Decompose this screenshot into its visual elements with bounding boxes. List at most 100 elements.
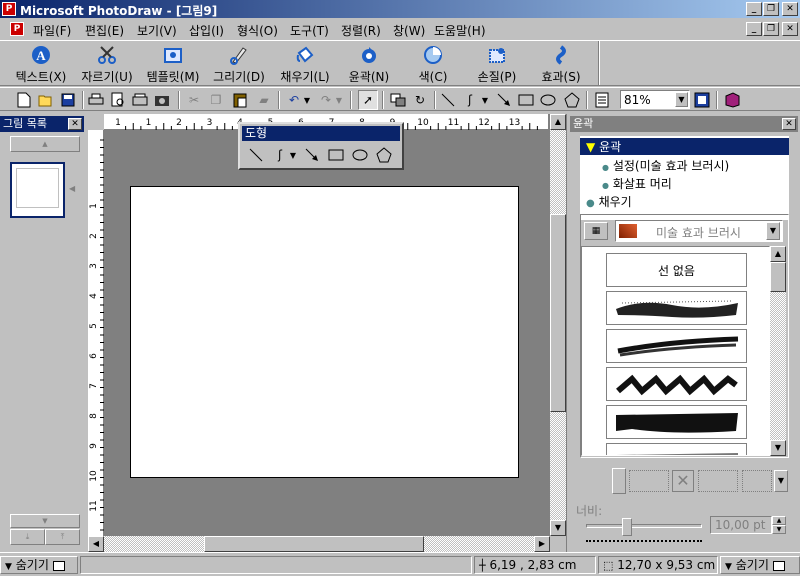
vertical-scrollbar[interactable]: ▲ ▼ [550,114,566,536]
arrow-style-button[interactable] [742,470,772,492]
brush-item[interactable] [606,367,747,401]
arrow-tool-icon[interactable] [494,90,514,110]
brush-scroll-up-icon[interactable]: ▲ [770,246,786,262]
undo-dropdown-icon[interactable]: ▼ [302,90,312,110]
menu-help[interactable]: 도움말(H) [434,22,486,39]
scroll-right-arrow-icon[interactable]: ▶ [534,536,550,552]
zoom-select[interactable]: 81% ▼ [620,90,690,109]
effects-button[interactable]: 효과(S) [526,43,596,85]
hide-workpane-button[interactable]: ▼ 숨기기 [720,556,800,574]
drawing-page[interactable] [130,186,519,478]
undo-icon[interactable]: ↶ [284,90,304,110]
brush-item[interactable] [606,443,747,455]
shapes-toolbar-window[interactable]: 도형 ʃ ▼ [238,122,404,170]
line-style-dropdown-icon[interactable]: ▼ [774,470,788,492]
tree-item-settings[interactable]: ● 설정(미술 효과 브러시) [602,157,729,174]
brush-item[interactable] [606,291,747,325]
horizontal-scrollbar[interactable]: ◀ ▶ [88,536,550,552]
scroll-left-arrow-icon[interactable]: ◀ [88,536,104,552]
line-tool-icon[interactable] [438,90,458,110]
dash-style-button[interactable] [698,470,738,492]
doc-minimize-button[interactable]: _ [746,22,762,36]
line-join-button[interactable] [629,470,669,492]
menu-view[interactable]: 보기(V) [137,22,177,39]
close-workpane-icon[interactable]: ✕ [782,118,796,130]
shape-line-icon[interactable] [246,145,266,165]
brush-scroll-thumb[interactable] [770,262,786,292]
ellipse-tool-icon[interactable] [538,90,558,110]
menu-tools[interactable]: 도구(T) [290,22,329,39]
vertical-scroll-thumb[interactable] [550,214,566,412]
shape-autoshape-icon[interactable] [374,145,394,165]
scroll-up-arrow-icon[interactable]: ▲ [550,114,566,130]
new-file-icon[interactable] [14,90,34,110]
width-input[interactable]: 10,00 pt [710,516,772,534]
no-line-button[interactable]: ✕ [672,470,694,492]
brush-category-select[interactable]: 미술 효과 브러시 ▼ [615,220,783,242]
scroll-down-button[interactable]: ▼ [10,514,80,528]
open-folder-icon[interactable] [36,90,56,110]
shape-ellipse-icon[interactable] [350,145,370,165]
copy-icon[interactable]: ❐ [206,90,226,110]
menu-window[interactable]: 창(W) [393,22,425,39]
shape-curve-icon[interactable]: ʃ [270,145,290,165]
brush-item[interactable] [606,405,747,439]
redo-icon[interactable]: ↷ [316,90,336,110]
arrange-icon[interactable] [388,90,408,110]
menu-format[interactable]: 형식(O) [237,22,278,39]
brush-scroll-down-icon[interactable]: ▼ [770,440,786,456]
text-tool-icon[interactable] [592,90,612,110]
curve-tool-icon[interactable]: ʃ [460,90,480,110]
close-picture-list-icon[interactable]: ✕ [68,118,82,130]
width-up-icon[interactable]: ▲ [772,516,786,525]
line-cap-button[interactable] [612,468,626,494]
cut-icon[interactable]: ✂ [184,90,204,110]
curve-dropdown-icon[interactable]: ▼ [480,90,490,110]
scan-icon[interactable] [130,90,150,110]
rotate-icon[interactable]: ↻ [410,90,430,110]
fill-button[interactable]: 채우기(L) [270,43,340,85]
rectangle-tool-icon[interactable] [516,90,536,110]
menu-insert[interactable]: 삽입(I) [189,22,224,39]
tree-item-outline[interactable]: ▼ 윤곽 [580,138,789,155]
menu-arrange[interactable]: 정렬(R) [341,22,381,39]
print-icon[interactable] [86,90,106,110]
brush-none[interactable]: 선 없음 [606,253,747,287]
templates-button[interactable]: 템플릿(M) [138,43,208,85]
save-icon[interactable] [58,90,78,110]
scroll-top-button[interactable]: ⤒ [45,529,80,545]
hide-picture-list-button[interactable]: ▼ 숨기기 [0,556,78,574]
picture-thumbnail[interactable] [10,162,65,218]
camera-icon[interactable] [152,90,172,110]
width-down-icon[interactable]: ▼ [772,525,786,534]
horizontal-scroll-thumb[interactable] [204,536,424,552]
app-icon[interactable]: P [2,2,16,16]
paste-icon[interactable] [230,90,250,110]
help-book-icon[interactable] [722,90,742,110]
dropdown-arrow-icon[interactable]: ▼ [766,222,780,240]
outline-button[interactable]: 윤곽(N) [334,43,404,85]
doc-close-button[interactable]: ✕ [782,22,798,36]
menu-edit[interactable]: 편집(E) [85,22,124,39]
text-button[interactable]: A 텍스트(X) [6,43,76,85]
crop-button[interactable]: 자르기(U) [72,43,142,85]
shape-rectangle-icon[interactable] [326,145,346,165]
touchup-button[interactable]: 손질(P) [462,43,532,85]
scroll-up-button[interactable]: ▲ [10,136,80,152]
draw-button[interactable]: 그리기(D) [204,43,274,85]
scroll-bottom-button[interactable]: ⤓ [10,529,45,545]
shape-arrow-icon[interactable] [302,145,322,165]
tree-item-fill[interactable]: ● 채우기 [586,193,632,210]
zoom-dropdown-icon[interactable]: ▼ [675,92,688,107]
tree-item-arrowheads[interactable]: ● 화살표 머리 [602,175,672,192]
scroll-down-arrow-icon[interactable]: ▼ [550,520,566,536]
restore-button[interactable]: ❐ [763,2,779,16]
brush-list-scrollbar[interactable]: ▲ ▼ [770,246,786,456]
autoshape-tool-icon[interactable] [562,90,582,110]
redo-dropdown-icon[interactable]: ▼ [334,90,344,110]
gallery-view-button[interactable]: ▦ [584,222,608,240]
brush-item[interactable] [606,329,747,363]
fit-to-window-icon[interactable] [692,90,712,110]
minimize-button[interactable]: _ [746,2,762,16]
doc-restore-button[interactable]: ❐ [763,22,779,36]
